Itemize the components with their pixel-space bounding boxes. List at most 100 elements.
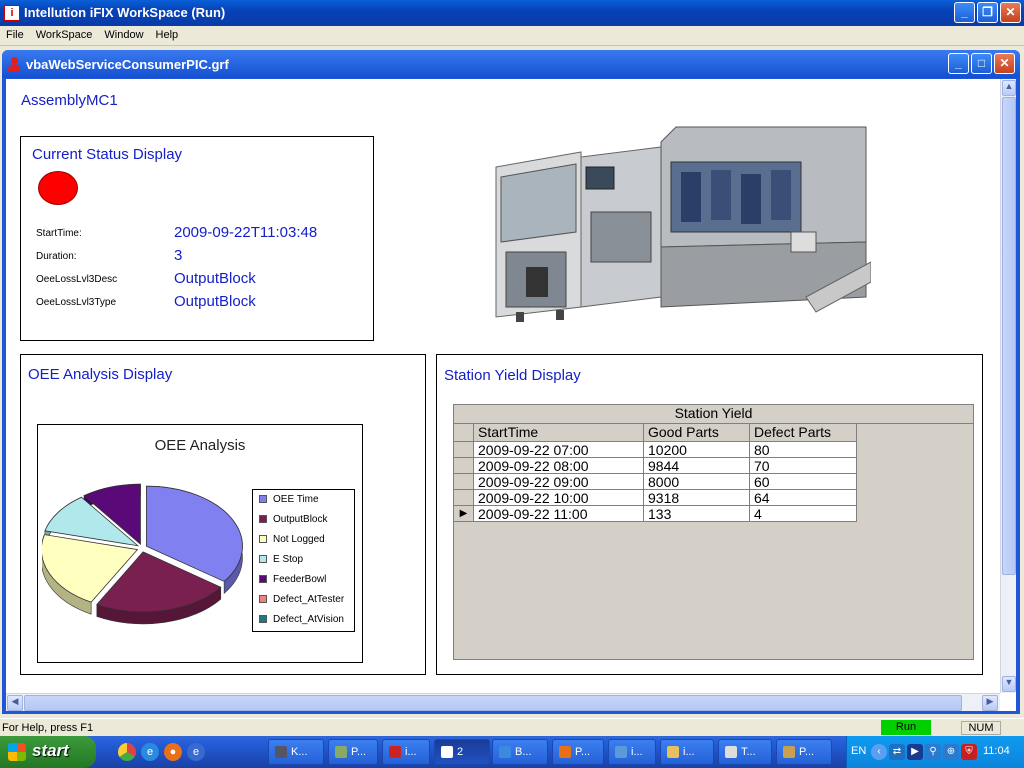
chrome-quicklaunch-icon[interactable] <box>118 743 136 761</box>
menu-help[interactable]: Help <box>150 26 185 41</box>
status-indicator <box>38 171 78 205</box>
app-title-bar: i Intellution iFIX WorkSpace (Run) _ ❐ ✕ <box>0 0 1024 26</box>
security-shield-icon[interactable]: ⛨ <box>961 744 977 760</box>
legend-label: Defect_AtVision <box>273 614 344 625</box>
table-row[interactable]: 2009-09-22 10:00 9318 64 <box>454 490 857 506</box>
taskbar-button-label: i... <box>405 746 417 758</box>
clock[interactable]: 11:04 <box>983 745 1010 757</box>
search-icon[interactable]: ⚲ <box>925 744 941 760</box>
legend-label: Not Logged <box>273 534 325 545</box>
table-row[interactable]: 2009-09-22 08:00 9844 70 <box>454 458 857 474</box>
menu-file[interactable]: File <box>0 26 30 41</box>
scroll-thumb-horizontal[interactable] <box>24 695 962 711</box>
table-cell[interactable]: 2009-09-22 11:00 <box>474 506 644 522</box>
status-help-text: For Help, press F1 <box>2 722 94 734</box>
menu-window[interactable]: Window <box>98 26 149 41</box>
ifix-app-icon: i <box>4 5 20 21</box>
column-header-defect-parts[interactable]: Defect Parts <box>750 424 857 442</box>
doc-maximize-button[interactable]: □ <box>971 53 992 74</box>
table-cell[interactable]: 2009-09-22 10:00 <box>474 490 644 506</box>
document-title-bar: vbaWebServiceConsumerPIC.grf _ □ ✕ <box>2 50 1020 78</box>
status-bar: For Help, press F1 Run NUM <box>0 718 1024 736</box>
table-cell[interactable]: 133 <box>644 506 750 522</box>
scroll-left-button[interactable]: ◀ <box>7 695 23 711</box>
table-cell[interactable]: 10200 <box>644 442 750 458</box>
taskbar-button-label: i... <box>631 746 643 758</box>
menu-workspace[interactable]: WorkSpace <box>30 26 99 41</box>
row-selector[interactable]: ▶ <box>454 506 474 522</box>
field-value-losslvl3type: OutputBlock <box>174 293 256 310</box>
taskbar-app-icon <box>667 746 679 759</box>
legend-item: OEE Time <box>259 494 319 508</box>
doc-close-button[interactable]: ✕ <box>994 53 1015 74</box>
taskbar-button[interactable]: T... <box>718 739 772 765</box>
ie-quicklaunch-icon[interactable]: e <box>141 743 159 761</box>
document-window: vbaWebServiceConsumerPIC.grf _ □ ✕ Assem… <box>2 50 1020 714</box>
scroll-right-button[interactable]: ▶ <box>982 695 998 711</box>
tray-expand-icon[interactable]: ‹ <box>871 744 887 760</box>
language-indicator[interactable]: EN <box>851 745 866 757</box>
table-cell[interactable]: 9844 <box>644 458 750 474</box>
taskbar-app-icon <box>559 746 571 759</box>
horizontal-scrollbar[interactable]: ◀ ▶ <box>6 693 1000 711</box>
taskbar-button[interactable]: 2 <box>434 739 490 765</box>
table-cell[interactable]: 2009-09-22 08:00 <box>474 458 644 474</box>
start-button[interactable]: start <box>0 736 96 768</box>
media-icon[interactable]: ▶ <box>907 744 923 760</box>
scroll-up-button[interactable]: ▲ <box>1002 80 1016 96</box>
row-selector[interactable] <box>454 442 474 458</box>
scroll-thumb-vertical[interactable] <box>1002 97 1016 575</box>
legend-item: Defect_AtTester <box>259 594 344 608</box>
taskbar-button-label: i... <box>683 746 695 758</box>
taskbar-button-label: B... <box>515 746 532 758</box>
restore-button[interactable]: ❐ <box>977 2 998 23</box>
table-cell[interactable]: 70 <box>750 458 857 474</box>
table-cell[interactable]: 64 <box>750 490 857 506</box>
status-panel-title: Current Status Display <box>32 146 183 163</box>
legend-label: Defect_AtTester <box>273 594 345 605</box>
column-header-starttime[interactable]: StartTime <box>474 424 644 442</box>
row-selector[interactable] <box>454 458 474 474</box>
taskbar-button[interactable]: K... <box>268 739 324 765</box>
station-yield-grid[interactable]: Station Yield StartTime Good Parts Defec… <box>453 404 974 660</box>
taskbar-button[interactable]: i... <box>608 739 656 765</box>
legend-swatch <box>259 615 267 624</box>
connection-icon[interactable]: ⊕ <box>943 744 959 760</box>
ie2-quicklaunch-icon[interactable]: e <box>187 743 205 761</box>
table-cell[interactable]: 60 <box>750 474 857 490</box>
picture-canvas: AssemblyMC1 Current Status Display Start… <box>6 79 1016 711</box>
scroll-down-button[interactable]: ▼ <box>1002 676 1016 692</box>
minimize-button[interactable]: _ <box>954 2 975 23</box>
table-row[interactable]: 2009-09-22 09:00 8000 60 <box>454 474 857 490</box>
row-selector[interactable] <box>454 490 474 506</box>
grid-header-row: StartTime Good Parts Defect Parts <box>454 424 857 442</box>
field-label-losslvl3type: OeeLossLvl3Type <box>36 297 117 308</box>
table-cell[interactable]: 2009-09-22 09:00 <box>474 474 644 490</box>
table-cell[interactable]: 2009-09-22 07:00 <box>474 442 644 458</box>
table-cell[interactable]: 9318 <box>644 490 750 506</box>
taskbar-button[interactable]: B... <box>492 739 548 765</box>
table-row[interactable]: ▶ 2009-09-22 11:00 133 4 <box>454 506 857 522</box>
firefox-quicklaunch-icon[interactable]: ● <box>164 743 182 761</box>
table-cell[interactable]: 80 <box>750 442 857 458</box>
taskbar-button[interactable]: P... <box>328 739 378 765</box>
network-icon[interactable]: ⇄ <box>889 744 905 760</box>
taskbar-button-label: 2 <box>457 746 464 758</box>
legend-label: E Stop <box>273 554 304 565</box>
close-button[interactable]: ✕ <box>1000 2 1021 23</box>
row-selector[interactable] <box>454 474 474 490</box>
legend-item: FeederBowl <box>259 574 326 588</box>
doc-minimize-button[interactable]: _ <box>948 53 969 74</box>
table-cell[interactable]: 8000 <box>644 474 750 490</box>
vertical-scrollbar[interactable]: ▲ ▼ <box>1000 79 1016 693</box>
column-header-good-parts[interactable]: Good Parts <box>644 424 750 442</box>
current-status-panel: Current Status Display StartTime: 2009-0… <box>20 136 374 341</box>
taskbar-button[interactable]: i... <box>660 739 714 765</box>
table-row[interactable]: 2009-09-22 07:00 10200 80 <box>454 442 857 458</box>
document-icon <box>8 57 20 71</box>
table-cell[interactable]: 4 <box>750 506 857 522</box>
oee-panel-title: OEE Analysis Display <box>28 366 173 383</box>
taskbar-button[interactable]: i... <box>382 739 430 765</box>
taskbar-button[interactable]: P... <box>776 739 832 765</box>
taskbar-button[interactable]: P... <box>552 739 604 765</box>
